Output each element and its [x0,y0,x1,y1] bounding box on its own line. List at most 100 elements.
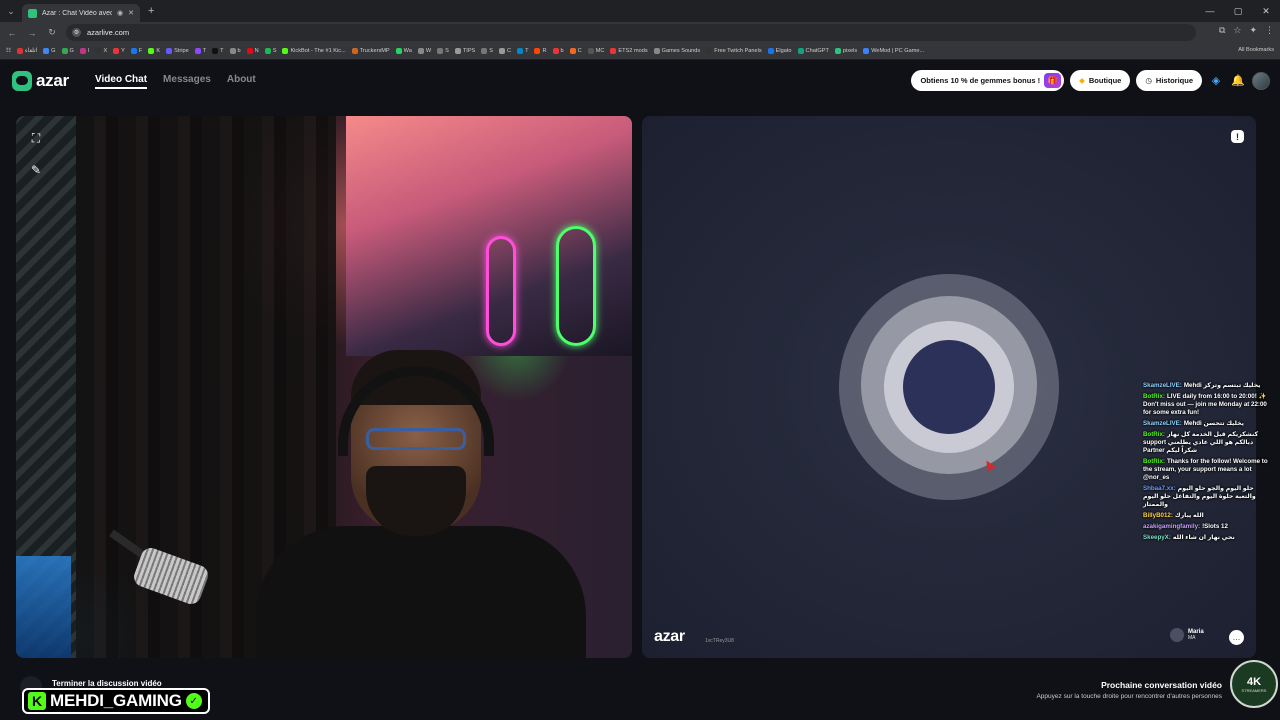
bookmark-label: C [577,48,582,54]
bookmark-item[interactable]: WeMod | PC Game... [863,48,924,54]
notification-bell-icon[interactable]: 🔔 [1230,73,1246,89]
browser-tab-azar[interactable]: Azar : Chat Vidéo avec de ◉ ✕ [22,4,140,22]
maximize-icon[interactable]: ▢ [1224,0,1252,22]
bookmark-item[interactable]: ChatGPT [797,48,829,54]
bookmark-item[interactable]: X [95,48,107,54]
tab-search-icon[interactable]: ⌄ [0,0,22,22]
nav-about[interactable]: About [227,74,256,89]
back-icon[interactable]: ← [4,28,20,38]
close-tab-icon[interactable]: ✕ [128,9,134,17]
bookmark-label: G [69,48,74,54]
bookmark-label: T [220,48,224,54]
site-info-icon[interactable]: ⚙ [72,28,81,37]
bookmark-label: T [202,48,207,54]
bookmark-item[interactable]: MC [587,48,604,54]
gems-promo-button[interactable]: Obtiens 10 % de gemmes bonus ! 🎁 [911,70,1065,91]
glasses [366,428,466,450]
history-button[interactable]: ◷ Historique [1136,70,1202,91]
install-app-icon[interactable]: ⧉ [1219,25,1225,36]
bookmark-item[interactable]: T [194,48,207,54]
chat-message: BotRix: Thanks for the follow! Welcome to… [1143,458,1271,482]
gem-balance-icon[interactable]: ◈ [1208,73,1224,89]
address-bar[interactable]: ⚙ azarlive.com [66,24,1196,41]
bookmark-item[interactable]: W [417,48,431,54]
bookmark-favicon-icon [863,48,870,54]
azar-logo[interactable]: azar [12,71,69,91]
bookmark-item[interactable]: b [229,48,241,54]
bookmark-item[interactable]: C [569,48,582,54]
bookmark-favicon-icon [264,48,271,54]
bookmark-favicon-icon [95,48,102,54]
bookmark-item[interactable]: R [534,48,547,54]
chat-username: Shbaa7.xx: [1143,485,1176,492]
bookmark-item[interactable]: F [130,48,142,54]
bookmark-item[interactable]: TIPS [454,48,475,54]
bookmark-favicon-icon [454,48,461,54]
chat-username: SkeepyX: [1143,534,1171,541]
bookmark-label: pixels [842,48,858,54]
apps-icon[interactable]: ☷ [6,48,11,54]
shop-button[interactable]: ◆ Boutique [1070,70,1131,91]
chat-username: azakigamingfamily: [1143,523,1201,530]
menu-icon[interactable]: ⋮ [1265,25,1274,36]
nav-video-chat[interactable]: Video Chat [95,74,148,89]
chat-message: BillyB012: الله يبارك [1143,512,1271,520]
user-avatar[interactable] [1252,71,1270,90]
chat-text: نحي نهار ان شاء الله [1172,534,1235,541]
tab-title: Azar : Chat Vidéo avec de [42,9,113,17]
bookmark-item[interactable]: S [481,48,493,54]
bookmark-item[interactable]: S [437,48,449,54]
bookmark-item[interactable]: TruckersMP [351,48,390,54]
bookmark-item[interactable]: T [517,48,528,54]
verified-check-icon: ✓ [185,693,202,709]
bookmark-item[interactable]: S [264,48,276,54]
session-id: 1vcTRey3U8 [705,638,734,644]
nav-messages[interactable]: Messages [163,74,211,89]
bookmark-item[interactable]: Y [113,48,125,54]
end-chat-label: Terminer la discussion vidéo [52,679,162,688]
bookmark-star-icon[interactable]: ☆ [1233,25,1241,36]
all-bookmarks-button[interactable]: All Bookmarks [1238,47,1274,53]
close-window-icon[interactable]: ✕ [1252,0,1280,22]
next-chat-hint[interactable]: Prochaine conversation vidéo Appuyez sur… [1036,680,1222,700]
audio-icon[interactable]: ◉ [117,9,123,17]
gift-icon: 🎁 [1044,73,1062,88]
azar-favicon-icon [28,8,37,18]
minimize-icon[interactable]: — [1196,0,1224,22]
bookmark-item[interactable]: G [43,48,56,54]
magic-filter-icon[interactable]: ✎ [28,162,44,178]
reload-icon[interactable]: ↻ [44,27,60,38]
bookmark-favicon-icon [194,48,201,54]
bookmark-item[interactable]: Wa [395,48,412,54]
bookmark-item[interactable]: KickBot - The #1 Kic... [282,48,346,54]
bookmark-item[interactable]: Elgato [767,48,792,54]
bookmark-label: Free Twitch Panels [714,48,762,54]
new-tab-icon[interactable]: + [148,5,154,17]
extensions-icon[interactable]: ✦ [1249,25,1257,36]
bookmark-item[interactable]: K [148,48,160,54]
expand-icon[interactable]: ⛶ [28,130,44,146]
bookmark-label: b [237,48,241,54]
peer-info[interactable]: Maria MA [1170,628,1204,642]
bookmark-label: T [525,48,529,54]
bookmark-label: Elgato [775,48,792,54]
azar-watermark: azar [654,628,685,645]
bookmark-item[interactable]: T [212,48,224,54]
report-icon[interactable]: ! [1231,130,1244,143]
forward-icon[interactable]: → [24,28,40,38]
bookmark-favicon-icon [834,48,841,54]
bookmark-item[interactable]: b [552,48,564,54]
chat-bubble-icon[interactable]: … [1229,630,1244,645]
bookmark-item[interactable]: ETS2 mods [610,48,648,54]
bookmark-item[interactable]: Games Sounds [653,48,700,54]
bookmark-item[interactable]: C [499,48,511,54]
bookmark-item[interactable]: اتلقاء [17,48,37,54]
bookmark-item[interactable]: N [246,48,259,54]
bookmark-item[interactable]: G [61,48,74,54]
bookmark-item[interactable]: pixels [834,48,858,54]
bookmark-favicon-icon [653,48,660,54]
bookmark-item[interactable]: Free Twitch Panels [706,48,762,54]
bookmark-item[interactable]: Stripe [166,48,189,54]
bookmark-item[interactable]: I [79,48,89,54]
bookmark-favicon-icon [797,48,804,54]
